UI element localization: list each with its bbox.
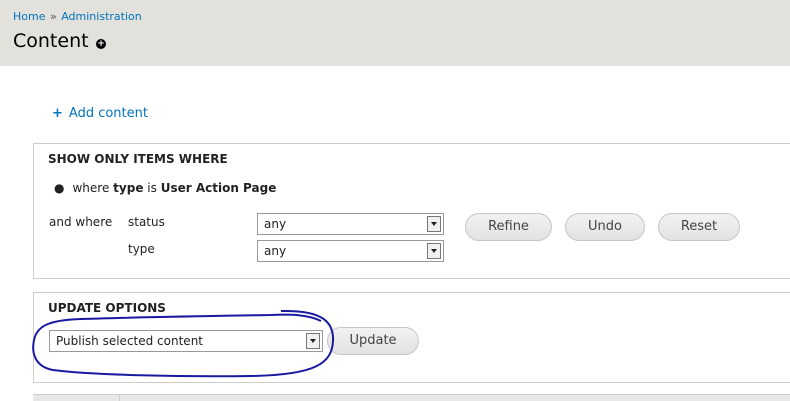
criteria-field: type [113,181,144,195]
chevron-down-icon[interactable] [427,243,441,259]
undo-button[interactable]: Undo [565,213,645,241]
type-select[interactable]: any [257,240,444,262]
and-where-label: and where [49,215,113,229]
criteria-value: User Action Page [160,181,277,195]
breadcrumb-home-link[interactable]: Home [13,10,45,23]
chevron-down-icon[interactable] [427,216,441,232]
operation-select[interactable]: Publish selected content [49,330,323,352]
reset-button[interactable]: Reset [658,213,740,241]
update-button[interactable]: Update [327,327,419,355]
add-content-label: Add content [68,106,148,121]
add-shortcut-icon[interactable]: + [96,39,106,49]
update-options-legend: UPDATE OPTIONS [48,301,166,315]
filter-fieldset: SHOW ONLY ITEMS WHERE ● where type is Use… [33,143,790,279]
type-select-value: any [264,244,287,258]
bullet-icon: ● [54,181,65,195]
chevron-down-icon[interactable] [306,333,320,349]
add-content-link[interactable]: + Add content [52,106,148,121]
status-label: status [128,215,165,229]
column-divider [119,395,120,401]
breadcrumb-administration-link[interactable]: Administration [61,10,142,23]
criteria-is: is [147,181,157,195]
type-label: type [128,242,155,256]
operation-select-value: Publish selected content [56,334,203,348]
update-options-fieldset: UPDATE OPTIONS Publish selected content … [33,292,790,383]
breadcrumb-separator: » [49,10,57,23]
refine-button[interactable]: Refine [465,213,552,241]
status-select-value: any [264,217,287,231]
page-header: Home » Administration Content + [0,0,790,66]
page-title: Content [13,30,89,52]
criteria-prefix: where [72,181,110,195]
filter-legend: SHOW ONLY ITEMS WHERE [48,152,228,166]
status-select[interactable]: any [257,213,444,235]
plus-icon: + [52,106,63,121]
active-filter: ● where type is User Action Page [54,181,276,195]
breadcrumb: Home » Administration [13,10,142,23]
